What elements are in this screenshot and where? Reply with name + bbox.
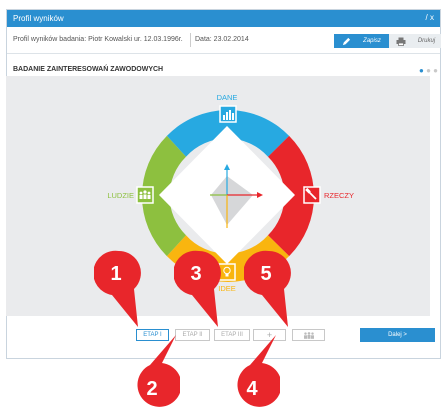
info-divider	[190, 33, 191, 47]
title-bar: Profil wyników / x	[7, 10, 440, 27]
callout-2-number: 2	[146, 378, 157, 400]
info-bar: Profil wyników badania: Piotr Kowalski u…	[7, 27, 441, 54]
callout-1-number: 1	[110, 263, 121, 285]
ludzie-label: LUDZIE	[107, 191, 134, 200]
callout-5-number: 5	[260, 263, 271, 285]
rzeczy-label: RZECZY	[324, 191, 354, 200]
etap-2-tab[interactable]: ETAP II	[175, 329, 210, 341]
pagination-dots[interactable]: ● ● ●	[419, 66, 438, 75]
printer-icon	[396, 37, 406, 46]
ludzie-badge	[136, 186, 154, 204]
print-button[interactable]: Drukuj	[389, 34, 441, 48]
save-button[interactable]: Zapisz	[334, 34, 389, 48]
callout-pin-1: 1	[94, 250, 141, 327]
callout-4-number: 4	[246, 378, 258, 400]
save-label: Zapisz	[363, 38, 381, 44]
print-label: Drukuj	[417, 38, 436, 44]
people-icon	[303, 331, 314, 339]
dane-label: DANE	[217, 93, 238, 102]
window-title: Profil wyników	[13, 14, 64, 23]
pencil-icon	[343, 37, 351, 45]
callout-pin-5: 5	[244, 250, 291, 327]
rzeczy-badge	[303, 186, 321, 204]
callout-pin-4: 4	[237, 335, 280, 407]
person-info: Profil wyników badania: Piotr Kowalski u…	[13, 36, 183, 43]
dane-badge	[219, 105, 237, 123]
section-title: BADANIE ZAINTERESOWAŃ ZAWODOWYCH	[13, 66, 164, 73]
callout-pin-2: 2	[137, 335, 180, 407]
group-view-button[interactable]	[292, 329, 325, 341]
test-date: Data: 23.02.2014	[195, 36, 249, 43]
next-button[interactable]: Dalej >	[360, 328, 435, 342]
window-controls[interactable]: / x	[426, 13, 434, 22]
callout-3-number: 3	[190, 263, 201, 285]
callout-pin-3: 3	[174, 250, 221, 327]
